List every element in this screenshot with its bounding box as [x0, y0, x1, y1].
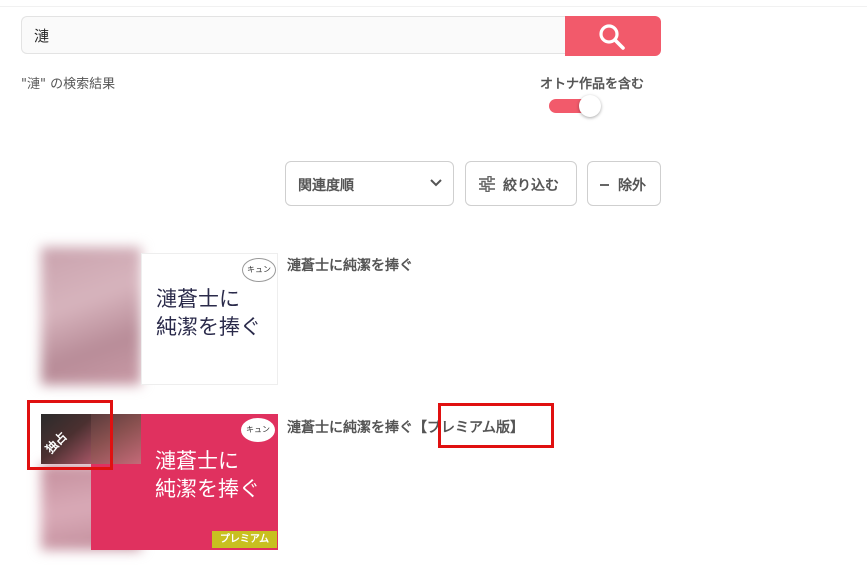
cover-image: キュン 漣蒼士に 純潔を捧ぐ [141, 253, 278, 385]
cover-image: キュン 漣蒼士に 純潔を捧ぐ [91, 414, 278, 550]
publisher-label-icon: キュン [241, 418, 275, 442]
cover-title-line2: 純潔を捧ぐ [155, 477, 260, 501]
sort-select[interactable]: 関連度順 [285, 161, 454, 206]
filter-label: 絞り込む [503, 178, 559, 194]
cover-title-line1: 漣蒼士に [156, 287, 240, 311]
adult-content-toggle[interactable] [549, 95, 603, 117]
cover-title-line2: 純潔を捧ぐ [156, 315, 261, 339]
exclude-label: 除外 [618, 178, 646, 194]
publisher-label-icon: キュン [242, 258, 276, 282]
chevron-down-icon [430, 179, 442, 187]
exclude-button[interactable]: 除外 [587, 161, 661, 206]
highlight-box-exclusive [27, 400, 113, 470]
filter-button[interactable]: 絞り込む [465, 161, 577, 206]
search-button[interactable] [565, 16, 661, 56]
premium-tag: プレミアム [212, 531, 277, 548]
minus-icon [600, 184, 609, 186]
search-icon [599, 24, 625, 50]
result-title[interactable]: 漣蒼士に純潔を捧ぐ [287, 255, 413, 275]
sort-label: 関連度順 [298, 178, 354, 194]
adult-content-label: オトナ作品を含む [540, 77, 645, 92]
search-bar [21, 16, 661, 56]
toggle-knob [579, 95, 601, 117]
cover-art-blurred [41, 247, 141, 385]
highlight-box-premium [438, 403, 554, 448]
top-border [0, 0, 867, 7]
search-result-label: "漣" の検索結果 [21, 77, 116, 92]
search-field[interactable] [21, 16, 565, 54]
cover-title-line1: 漣蒼士に [155, 449, 239, 473]
search-input[interactable] [22, 17, 534, 53]
sliders-icon [479, 176, 495, 192]
